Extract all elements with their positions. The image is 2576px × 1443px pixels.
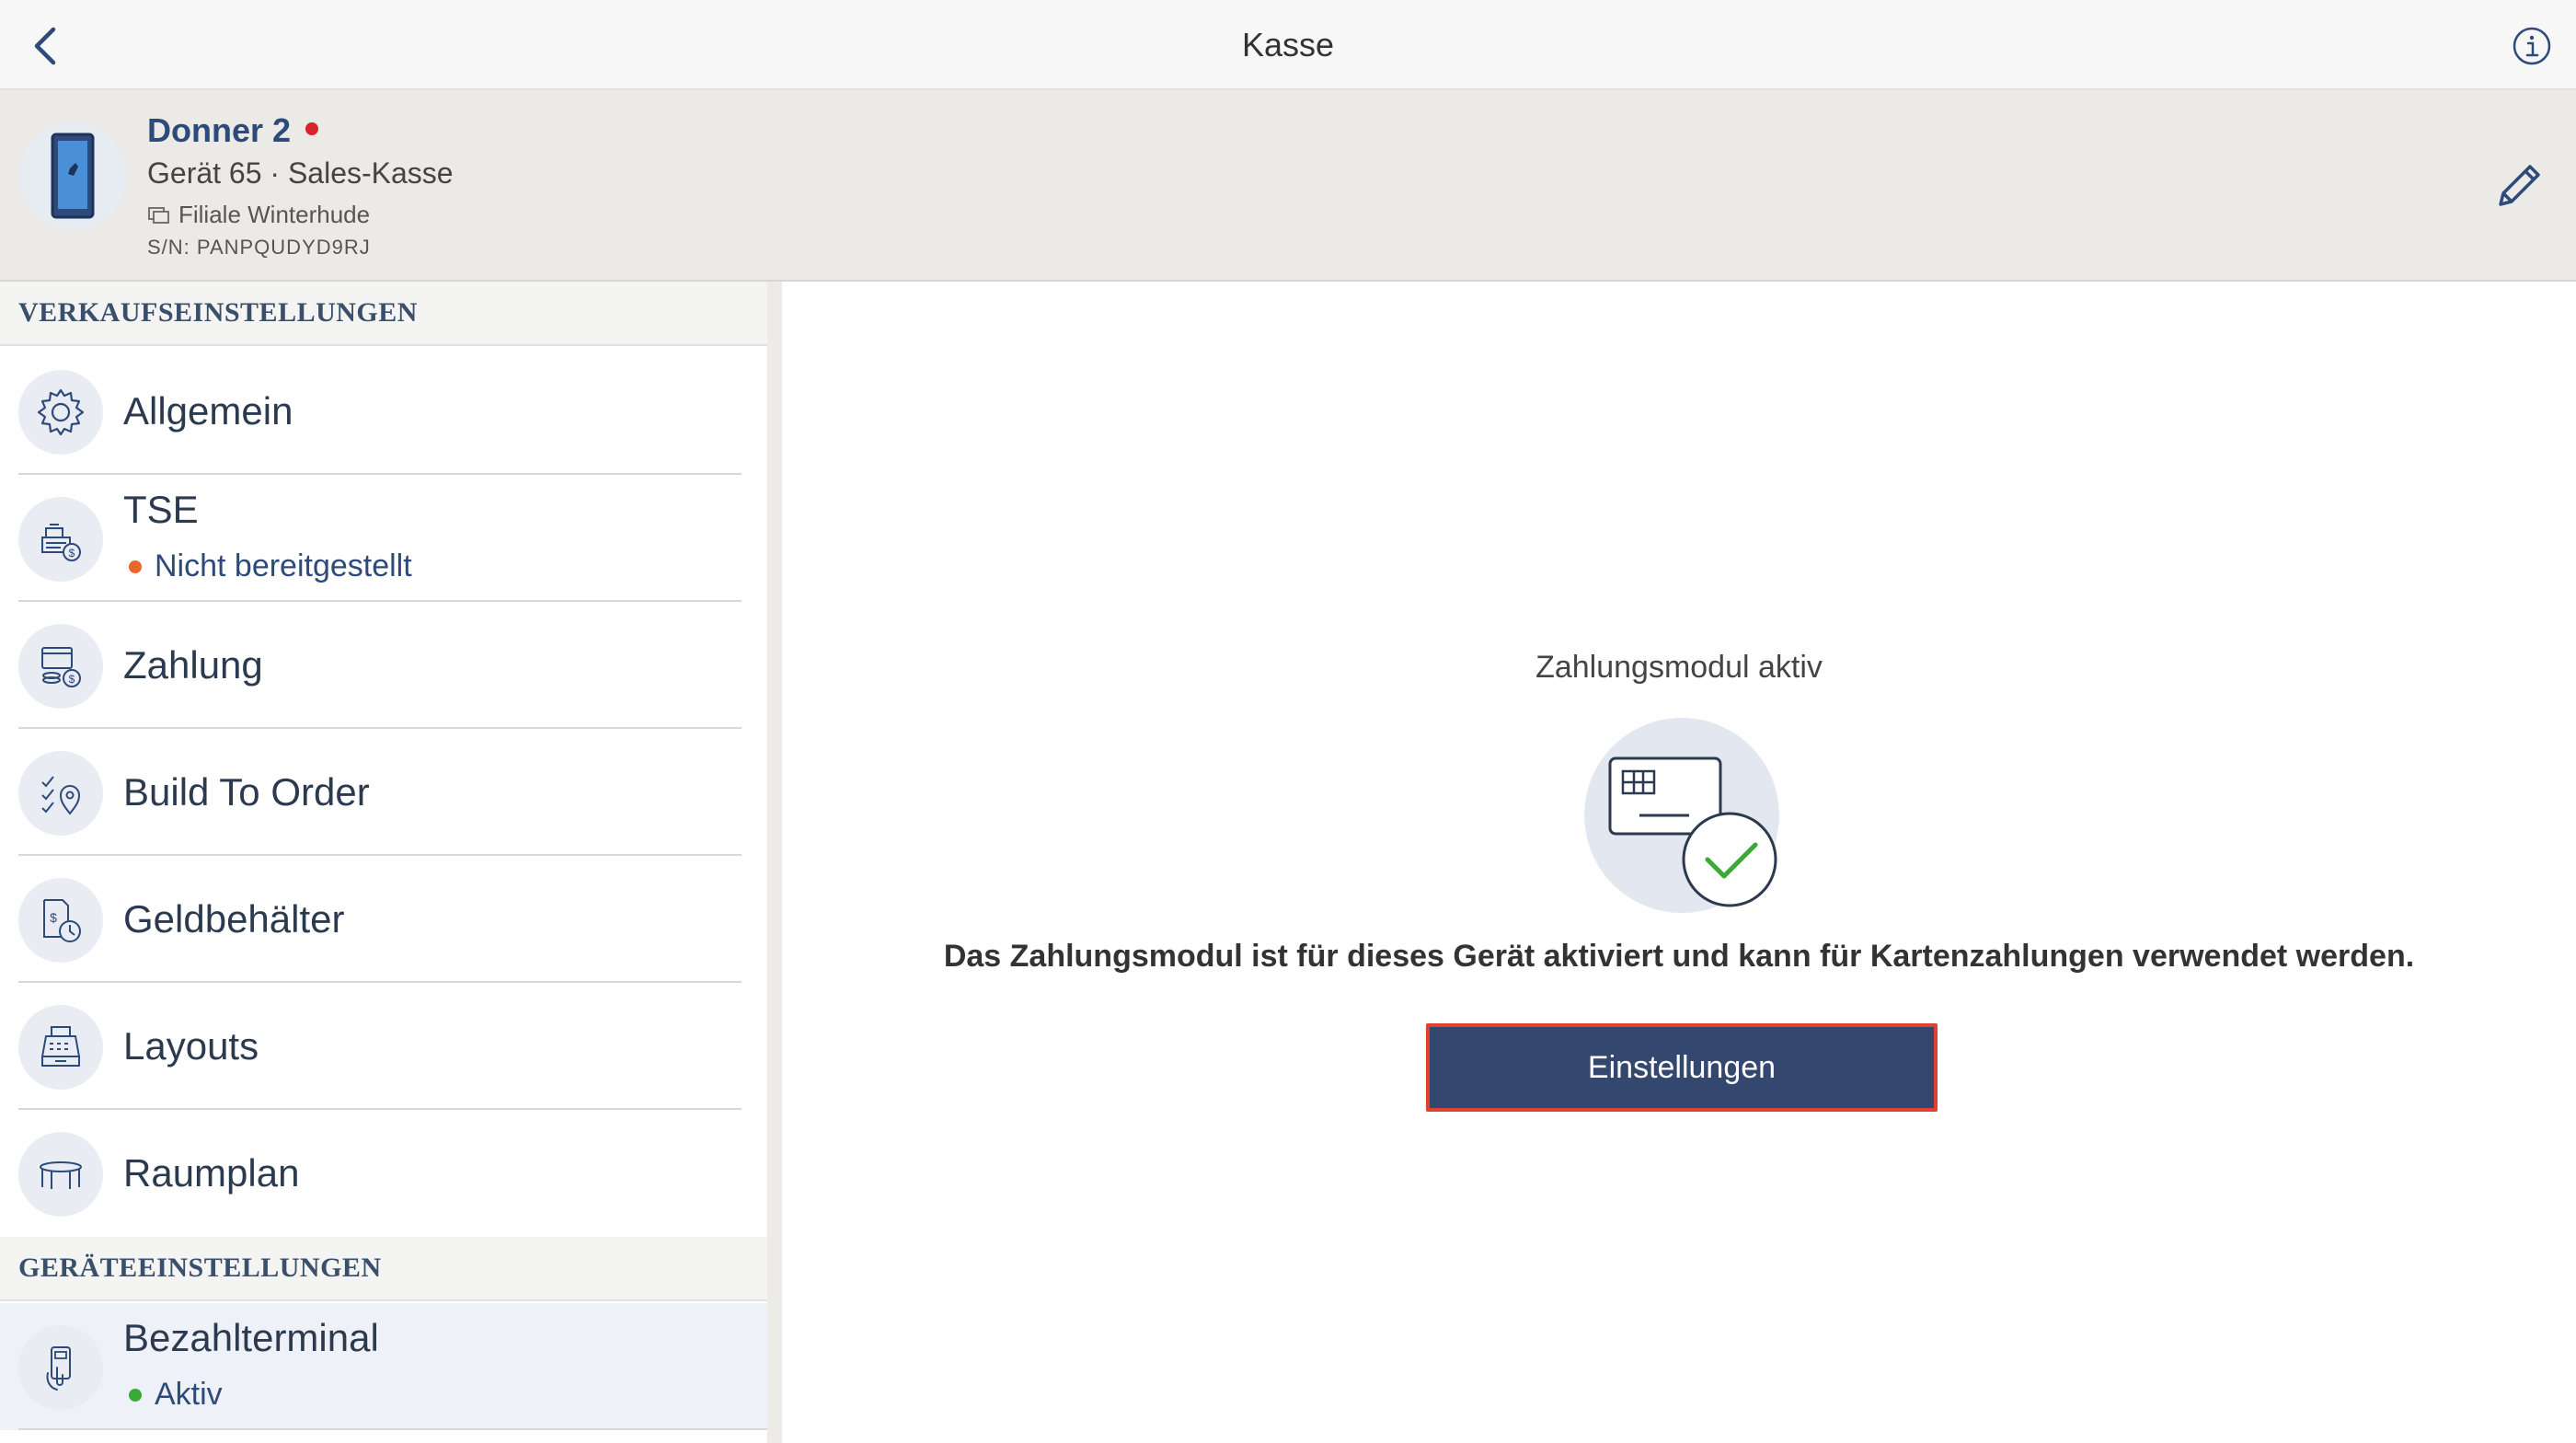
sidebar-item-bezahlterminal[interactable]: Bezahlterminal Aktiv xyxy=(0,1303,767,1430)
sidebar-item-label: TSE xyxy=(123,488,199,531)
device-subtitle: Gerät 65 · Sales-Kasse xyxy=(147,156,454,190)
device-branch: Filiale Winterhude xyxy=(147,201,370,229)
info-icon xyxy=(2513,27,2551,65)
tse-register-icon: $ xyxy=(41,524,81,561)
sidebar-item-label: Build To Order xyxy=(123,770,370,814)
sidebar-item-layouts[interactable]: Layouts xyxy=(0,983,767,1110)
section-header-sales: VERKAUFSEINSTELLUNGEN xyxy=(0,282,767,346)
device-serial: S/N: PANPQUDYD9RJ xyxy=(147,236,371,259)
edit-device-button[interactable] xyxy=(2491,156,2548,214)
divider xyxy=(18,1428,767,1430)
page-title: Kasse xyxy=(1241,26,1335,63)
back-button[interactable] xyxy=(20,20,72,72)
module-title: Zahlungsmodul aktiv xyxy=(1535,650,1823,685)
device-header: Donner 2 Gerät 65 · Sales-Kasse Filiale … xyxy=(0,90,2576,282)
sidebar-item-allgemein[interactable]: Allgemein xyxy=(0,348,767,475)
table-icon xyxy=(40,1161,82,1189)
device-name-text: Donner 2 xyxy=(147,111,292,149)
info-button[interactable] xyxy=(2508,22,2556,70)
card-check-icon xyxy=(1584,718,1779,913)
device-name: Donner 2 xyxy=(147,109,319,153)
device-avatar xyxy=(18,121,127,230)
sidebar-icon-circle: $ xyxy=(18,878,103,963)
sidebar-item-label: Raumplan xyxy=(123,1151,300,1195)
sidebar-item-build-to-order[interactable]: Build To Order xyxy=(0,729,767,856)
sidebar-icon-circle: $ xyxy=(18,497,103,582)
sidebar-item-raumplan[interactable]: Raumplan xyxy=(0,1110,767,1237)
sidebar-icon-circle xyxy=(18,1005,103,1090)
main-content: Zahlungsmodul aktiv Das Zahlungsmodul is… xyxy=(782,282,2576,1443)
sidebar-item-geldbehaelter[interactable]: $ Geldbehälter xyxy=(0,856,767,983)
sidebar-icon-circle xyxy=(18,751,103,836)
tse-status: Nicht bereitgestellt xyxy=(129,548,412,584)
sidebar-divider xyxy=(767,282,782,1443)
sidebar-item-label: Layouts xyxy=(123,1024,259,1068)
checklist-location-icon xyxy=(41,776,81,815)
settings-sidebar: VERKAUFSEINSTELLUNGEN Allgemein $ TSE Ni… xyxy=(0,282,767,1443)
card-terminal-icon xyxy=(46,1346,71,1391)
sidebar-icon-circle xyxy=(18,1325,103,1410)
branch-icon xyxy=(148,206,169,224)
module-description: Das Zahlungsmodul ist für dieses Gerät a… xyxy=(943,939,2415,974)
section-header-device: GERÄTEEINSTELLUNGEN xyxy=(0,1237,767,1301)
cash-drawer-clock-icon: $ xyxy=(43,899,81,942)
svg-text:$: $ xyxy=(50,910,57,925)
sidebar-item-label: Bezahlterminal xyxy=(123,1316,379,1359)
status-dot-green xyxy=(129,1388,142,1402)
gear-icon xyxy=(37,388,85,436)
device-status-dot xyxy=(305,122,319,135)
sidebar-item-tse[interactable]: $ TSE Nicht bereitgestellt xyxy=(0,475,767,602)
tse-status-text: Nicht bereitgestellt xyxy=(155,548,412,583)
top-navigation-bar: Kasse xyxy=(0,0,2576,90)
sidebar-icon-circle xyxy=(18,370,103,455)
sidebar-item-label: Allgemein xyxy=(123,389,293,433)
settings-button[interactable]: Einstellungen xyxy=(1426,1023,1938,1112)
sidebar-icon-circle xyxy=(18,1132,103,1217)
register-layout-icon xyxy=(40,1026,81,1067)
sidebar-item-label: Geldbehälter xyxy=(123,897,345,941)
pencil-icon xyxy=(2499,165,2540,206)
svg-text:$: $ xyxy=(69,673,75,686)
svg-text:$: $ xyxy=(69,547,75,560)
tablet-device-icon xyxy=(51,133,95,219)
sidebar-item-label: Zahlung xyxy=(123,643,263,687)
payment-icon: $ xyxy=(41,647,81,687)
terminal-status: Aktiv xyxy=(129,1377,223,1413)
sidebar-icon-circle: $ xyxy=(18,624,103,709)
terminal-status-text: Aktiv xyxy=(155,1377,223,1412)
device-branch-text: Filiale Winterhude xyxy=(178,201,371,228)
sidebar-item-zahlung[interactable]: $ Zahlung xyxy=(0,602,767,729)
status-dot-orange xyxy=(129,560,142,573)
chevron-left-icon xyxy=(34,27,56,65)
